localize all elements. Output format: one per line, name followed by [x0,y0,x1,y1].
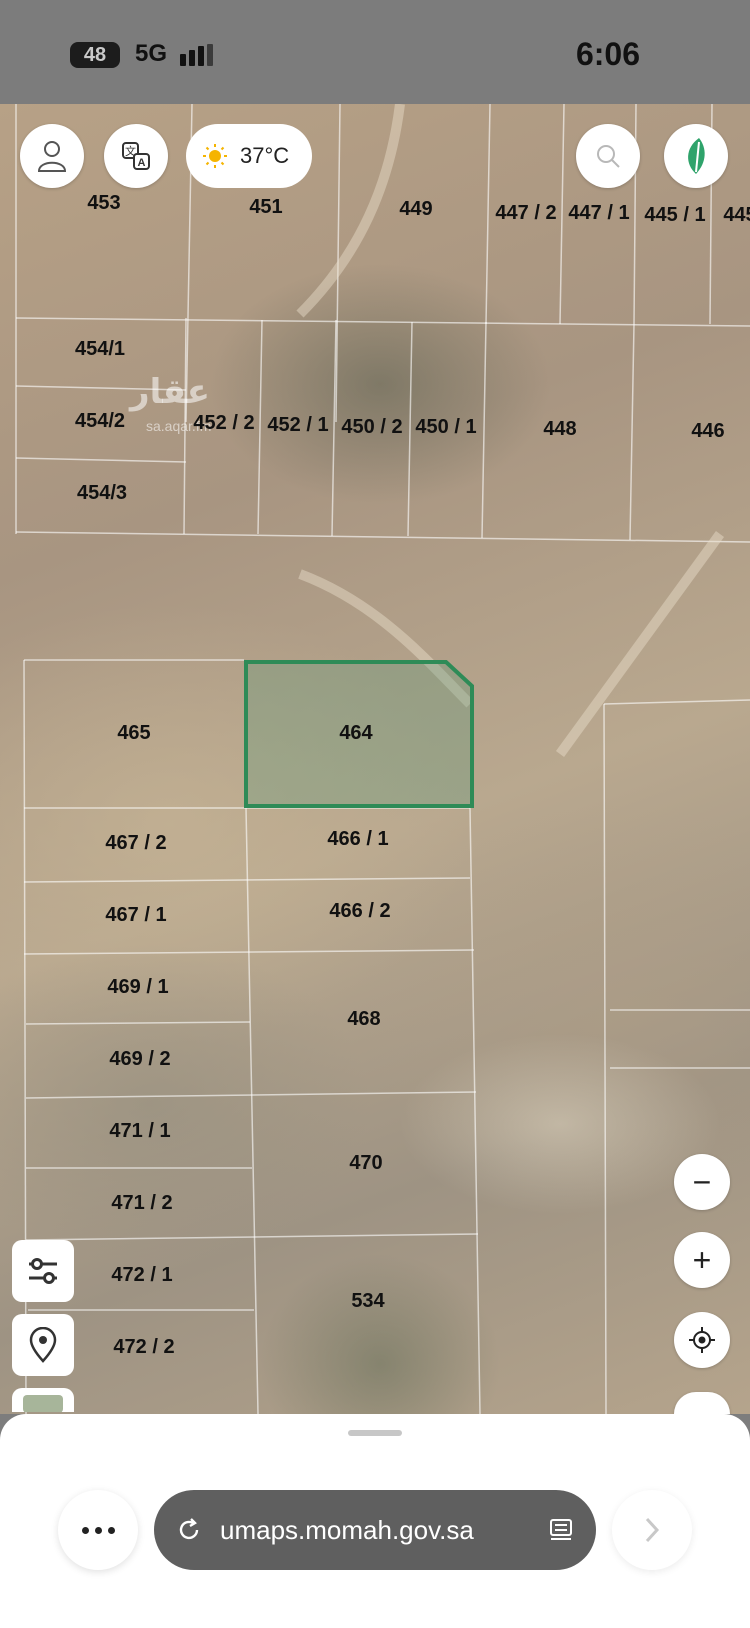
network-type: 5G [135,40,168,67]
parcel-boundaries [15,104,750,1414]
parcel-label[interactable]: 472 / 2 [113,1336,174,1359]
more-button[interactable] [58,1490,138,1570]
parcel-label[interactable]: 447 / 2 [495,202,556,225]
parcel-label[interactable]: 452 / 1 [267,414,328,437]
forward-button[interactable] [612,1490,692,1570]
parcel-label[interactable]: 470 [349,1152,382,1175]
parcel-label[interactable]: 466 / 2 [329,900,390,923]
parcel-label[interactable]: 445 [723,204,750,227]
status-time: 6:06 [575,36,640,72]
user-icon [37,141,67,172]
parcel-label[interactable]: 534 [351,1290,384,1313]
parcel-label[interactable]: 450 / 2 [341,416,402,439]
parcel-label[interactable]: 449 [399,198,432,221]
crosshair-icon [689,1327,715,1353]
parcel-label[interactable]: 454/2 [75,410,125,433]
parcel-label[interactable]: 452 / 2 [193,412,254,435]
parcel-label[interactable]: 465 [117,722,150,745]
app-logo-button[interactable] [664,124,728,188]
selected-parcel-label[interactable]: 464 [339,722,372,745]
location-pin-button[interactable] [12,1314,74,1376]
satellite-map[interactable]: عقار sa.aqar.fm 453 451 449 447 / 2 447 … [0,104,750,1414]
parcel-label[interactable]: 469 / 1 [107,976,168,999]
parcel-label[interactable]: 467 / 1 [105,904,166,927]
parcel-label[interactable]: 469 / 2 [109,1048,170,1071]
sun-icon [203,144,227,168]
parcel-label[interactable]: 451 [249,196,282,219]
plus-icon: + [692,1242,712,1278]
reader-icon[interactable] [548,1517,574,1543]
more-icon [81,1526,115,1534]
profile-button[interactable] [20,124,84,188]
search-button[interactable] [576,124,640,188]
zoom-in-button[interactable]: + [674,1232,730,1288]
parcel-label[interactable]: 467 / 2 [105,832,166,855]
status-bar: 48 5G 6:06 [0,0,750,104]
sheet-handle[interactable] [348,1430,402,1436]
watermark: عقار [130,372,211,412]
parcel-label[interactable]: 446 [691,420,724,443]
url-bar[interactable]: umaps.momah.gov.sa [154,1490,596,1570]
search-icon [597,145,620,168]
weather-widget[interactable]: 37°C [186,124,312,188]
locate-me-button[interactable] [674,1312,730,1368]
parcel-label[interactable]: 471 / 1 [109,1120,170,1143]
svg-text:A: A [138,157,146,169]
signal-bars-icon [180,44,220,66]
zoom-out-button[interactable]: − [674,1154,730,1210]
chevron-right-icon [645,1517,660,1543]
parcel-label[interactable]: 454/3 [77,482,127,505]
brand-leaf-icon [688,138,705,174]
parcel-label[interactable]: 448 [543,418,576,441]
minus-icon: − [692,1164,712,1200]
url-text: umaps.momah.gov.sa [220,1514,474,1545]
reload-icon[interactable] [176,1517,202,1543]
browser-bottom-bar: umaps.momah.gov.sa [0,1414,750,1628]
sliders-icon [29,1258,57,1284]
location-pin-icon [29,1327,57,1363]
parcel-label[interactable]: 447 / 1 [568,202,629,225]
battery-indicator: 48 [70,42,120,68]
parcel-label[interactable]: 466 / 1 [327,828,388,851]
parcel-label[interactable]: 454/1 [75,338,125,361]
map-layers-icon [23,1395,63,1412]
parcel-label[interactable]: 453 [87,192,120,215]
translate-button[interactable]: 文 A [104,124,168,188]
parcel-label[interactable]: 471 / 2 [111,1192,172,1215]
parcel-label[interactable]: 472 / 1 [111,1264,172,1287]
parcel-label[interactable]: 450 / 1 [415,416,476,439]
filter-button[interactable] [12,1240,74,1302]
map-layers-button[interactable] [12,1388,74,1412]
parcel-label[interactable]: 468 [347,1008,380,1031]
parcel-label[interactable]: 445 / 1 [644,204,705,227]
translate-icon: 文 A [122,142,150,170]
temperature-text: 37°C [240,143,290,168]
